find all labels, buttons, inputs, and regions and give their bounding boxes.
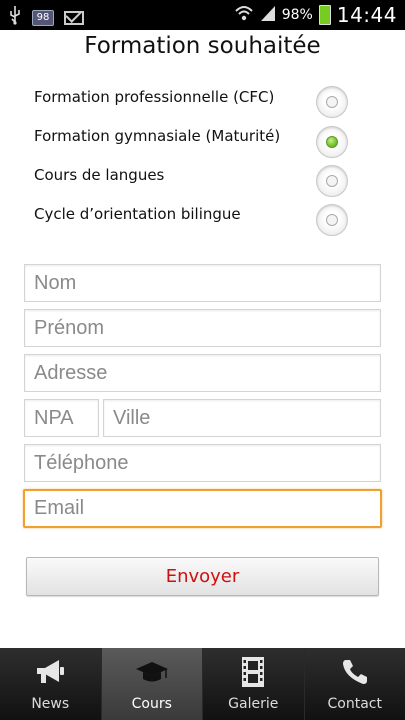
graduation-cap-icon: [134, 656, 170, 688]
npa-input[interactable]: [25, 400, 98, 436]
email-field[interactable]: [23, 489, 382, 528]
radio-button[interactable]: [316, 204, 348, 236]
telephone-field[interactable]: [24, 444, 381, 482]
bottom-tab-bar: News Cours Galerie Contact: [0, 648, 405, 720]
radio-label: Cours de langues: [34, 166, 165, 184]
radio-dot: [326, 175, 338, 187]
send-button[interactable]: Envoyer: [26, 557, 379, 596]
radio-label: Cycle d’orientation bilingue: [34, 205, 241, 223]
tab-cours[interactable]: Cours: [101, 648, 203, 720]
radio-option-maturite[interactable]: Formation gymnasiale (Maturité): [0, 125, 405, 163]
tab-label: News: [31, 696, 70, 712]
radio-button[interactable]: [316, 86, 348, 118]
radio-label: Formation professionnelle (CFC): [34, 88, 275, 106]
clock: 14:44: [336, 3, 397, 27]
ville-field[interactable]: [103, 399, 381, 437]
radio-dot: [326, 136, 338, 148]
signal-icon: [260, 4, 276, 27]
radio-option-cfc[interactable]: Formation professionnelle (CFC): [0, 86, 405, 124]
prenom-field[interactable]: [24, 309, 381, 347]
status-bar-system: 98% 14:44: [234, 3, 397, 27]
tab-label: Cours: [131, 696, 172, 712]
radio-button[interactable]: [316, 165, 348, 197]
tab-news[interactable]: News: [0, 648, 102, 720]
tab-galerie[interactable]: Galerie: [203, 648, 305, 720]
status-bar: 98 98% 14:44: [0, 0, 405, 30]
battery-charging-icon: [318, 5, 331, 25]
mail-icon: [64, 10, 84, 25]
telephone-input[interactable]: [25, 445, 380, 481]
radio-label: Formation gymnasiale (Maturité): [34, 127, 281, 145]
radio-option-langues[interactable]: Cours de langues: [0, 165, 405, 203]
status-bar-notifications: 98: [8, 5, 84, 30]
email-input[interactable]: [25, 491, 380, 526]
radio-button[interactable]: [316, 126, 348, 158]
page-title: Formation souhaitée: [84, 33, 321, 59]
ville-input[interactable]: [104, 400, 380, 436]
battery-percent: 98%: [281, 7, 313, 23]
wifi-icon: [234, 4, 254, 27]
megaphone-icon: [32, 656, 68, 688]
adresse-input[interactable]: [25, 355, 380, 391]
adresse-field[interactable]: [24, 354, 381, 392]
radio-dot: [326, 96, 338, 108]
notification-badge: 98: [32, 9, 54, 26]
nom-field[interactable]: [24, 264, 381, 302]
tab-contact[interactable]: Contact: [304, 648, 405, 720]
npa-field[interactable]: [24, 399, 99, 437]
tab-label: Galerie: [228, 696, 279, 712]
usb-icon: [8, 5, 22, 30]
nom-input[interactable]: [25, 265, 380, 301]
radio-option-bilingue[interactable]: Cycle d’orientation bilingue: [0, 204, 405, 242]
tab-label: Contact: [327, 696, 382, 712]
film-icon: [235, 656, 271, 688]
radio-dot: [326, 214, 338, 226]
prenom-input[interactable]: [25, 310, 380, 346]
phone-icon: [337, 656, 373, 688]
